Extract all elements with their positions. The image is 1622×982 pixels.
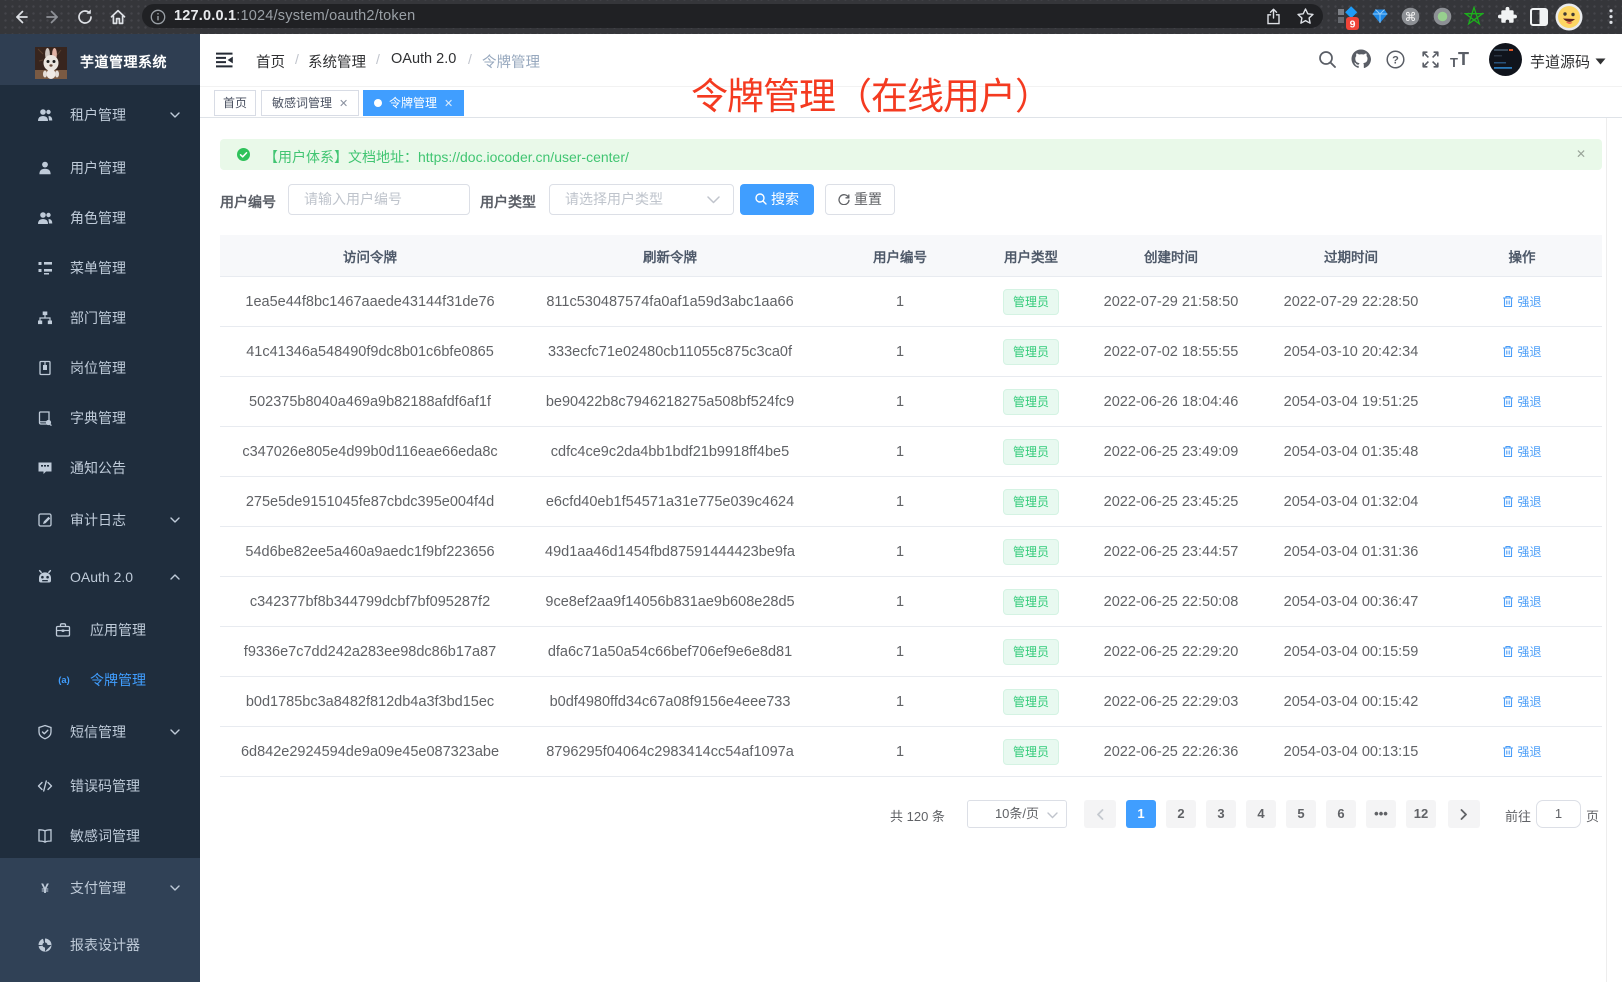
svg-text:9: 9: [1350, 18, 1356, 30]
svg-text:¥: ¥: [41, 880, 49, 896]
svg-text:?: ?: [1392, 54, 1399, 66]
svg-text:⌘: ⌘: [1405, 10, 1417, 24]
svg-text:(a): (a): [58, 674, 69, 684]
